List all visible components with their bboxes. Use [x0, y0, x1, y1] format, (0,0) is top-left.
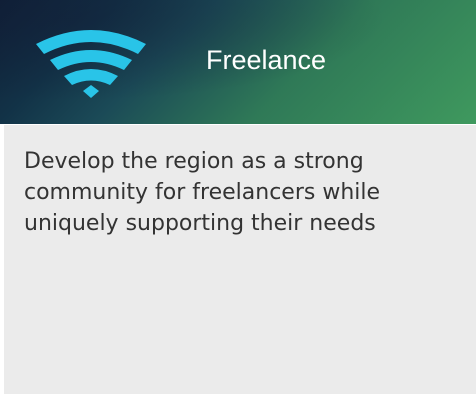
description-text: Develop the region as a strong community… — [24, 149, 381, 236]
page-title: Freelance — [206, 45, 327, 75]
description-panel: Develop the region as a strong community… — [4, 125, 476, 394]
title-area: Freelance — [0, 0, 476, 124]
header-banner: Freelance — [0, 0, 476, 124]
